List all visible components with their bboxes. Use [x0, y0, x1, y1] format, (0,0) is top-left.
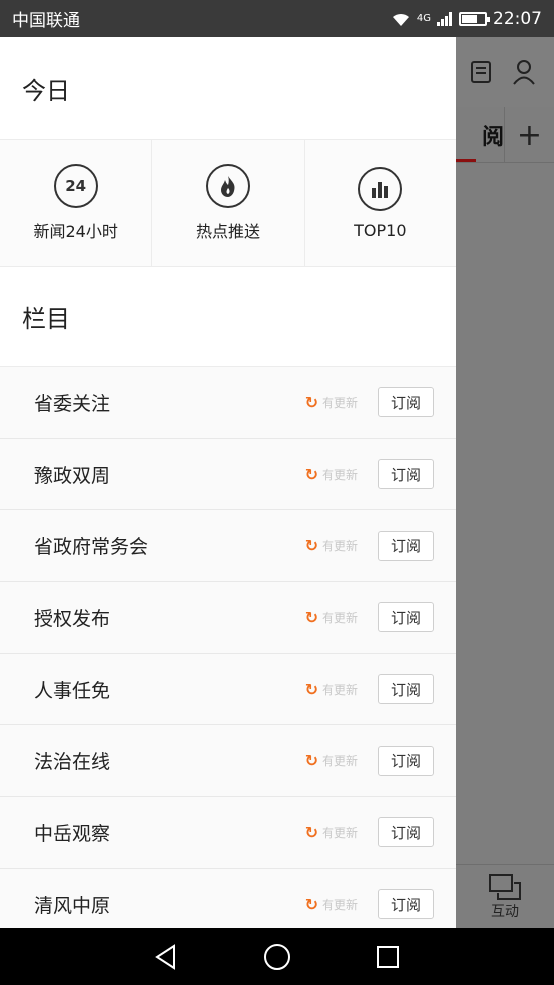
update-text: 有更新	[321, 754, 358, 769]
carrier-label: 中国联通	[12, 11, 80, 31]
recents-button[interactable]	[363, 932, 413, 982]
update-indicator: ↻ 有更新	[305, 393, 358, 412]
channel-name: 豫政双周	[34, 464, 111, 487]
side-drawer: 今日 24 新闻24小时 热点推送 TOP10 栏目 省委关注 ↻ 有更新 订阅…	[0, 37, 456, 928]
channel-name: 省委关注	[34, 392, 111, 415]
subscribe-button[interactable]: 订阅	[378, 817, 434, 848]
today-news-24h[interactable]: 24 新闻24小时	[0, 140, 153, 266]
channel-row[interactable]: 豫政双周 ↻ 有更新 订阅	[0, 439, 456, 511]
flame-icon	[205, 164, 250, 208]
today-item-label: TOP10	[354, 220, 407, 240]
today-grid: 24 新闻24小时 热点推送 TOP10	[0, 140, 456, 267]
columns-section-title: 栏目	[0, 267, 456, 367]
update-indicator: ↻ 有更新	[305, 751, 358, 770]
today-top10[interactable]: TOP10	[305, 140, 456, 266]
home-button[interactable]	[252, 932, 302, 982]
add-channel-button[interactable]: +	[504, 107, 554, 163]
channel-row[interactable]: 人事任免 ↻ 有更新 订阅	[0, 654, 456, 726]
bottom-nav-label: 互动	[491, 903, 519, 920]
channel-row[interactable]: 清风中原 ↻ 有更新 订阅	[0, 869, 456, 928]
background-app: 阅 + 互动	[456, 37, 554, 928]
channel-list: 省委关注 ↻ 有更新 订阅 豫政双周 ↻ 有更新 订阅 省政府常务会 ↻ 有更新 订阅 授权发布 ↻ 有更新…	[0, 367, 456, 928]
refresh-icon: ↻	[304, 464, 318, 484]
channel-name: 省政府常务会	[34, 536, 149, 559]
status-bar: 中国联通 4G 22:07	[0, 0, 554, 37]
battery-fill	[462, 14, 478, 23]
refresh-icon: ↻	[304, 392, 318, 412]
channel-name: 中岳观察	[34, 822, 111, 845]
channel-row[interactable]: 省委关注 ↻ 有更新 订阅	[0, 367, 456, 439]
user-icon[interactable]	[512, 59, 536, 85]
channel-name: 授权发布	[34, 607, 111, 630]
channel-name: 法治在线	[34, 751, 111, 774]
today-section-title: 今日	[0, 37, 456, 140]
today-item-label: 新闻24小时	[33, 222, 118, 241]
system-nav-bar	[0, 928, 554, 985]
clock: 22:07	[493, 8, 542, 29]
channel-row[interactable]: 省政府常务会 ↻ 有更新 订阅	[0, 510, 456, 583]
refresh-icon: ↻	[304, 679, 318, 699]
update-text: 有更新	[321, 825, 358, 840]
refresh-icon: ↻	[304, 894, 318, 914]
signal-icon	[437, 11, 452, 26]
today-item-label: 热点推送	[195, 222, 260, 241]
subscribe-button[interactable]: 订阅	[378, 387, 434, 418]
news-list-icon[interactable]	[470, 60, 492, 84]
refresh-icon: ↻	[304, 751, 318, 771]
update-text: 有更新	[321, 897, 358, 912]
subscribe-button[interactable]: 订阅	[378, 602, 434, 633]
tab-active-underline	[456, 159, 476, 162]
today-hot-push[interactable]: 热点推送	[152, 140, 305, 266]
network-type-label: 4G	[416, 13, 431, 24]
subscribe-button[interactable]: 订阅	[378, 674, 434, 705]
update-text: 有更新	[321, 610, 358, 625]
update-indicator: ↻ 有更新	[305, 895, 358, 914]
subscribe-button[interactable]: 订阅	[378, 745, 434, 776]
tab-subscribe[interactable]: 阅	[456, 119, 504, 151]
clock-24-icon: 24	[53, 164, 98, 208]
update-indicator: ↻ 有更新	[305, 823, 358, 842]
battery-icon	[459, 11, 490, 26]
status-icons: 4G 22:07	[391, 9, 542, 29]
subscribe-button[interactable]: 订阅	[378, 459, 434, 490]
update-text: 有更新	[321, 395, 358, 410]
channel-name: 清风中原	[34, 894, 111, 917]
channel-row[interactable]: 法治在线 ↻ 有更新 订阅	[0, 725, 456, 798]
chat-icon	[489, 873, 521, 900]
back-triangle-icon	[154, 943, 175, 970]
channel-name: 人事任免	[34, 679, 111, 702]
update-indicator: ↻ 有更新	[305, 465, 358, 484]
update-text: 有更新	[321, 467, 358, 482]
refresh-icon: ↻	[304, 607, 318, 627]
bottom-nav-interact[interactable]: 互动	[456, 864, 554, 928]
recents-square-icon	[377, 945, 400, 968]
update-indicator: ↻ 有更新	[305, 608, 358, 627]
channel-row[interactable]: 中岳观察 ↻ 有更新 订阅	[0, 797, 456, 869]
refresh-icon: ↻	[304, 536, 318, 556]
refresh-icon: ↻	[304, 822, 318, 842]
update-text: 有更新	[321, 682, 358, 697]
subscribe-button[interactable]: 订阅	[378, 889, 434, 920]
update-text: 有更新	[321, 539, 358, 554]
home-circle-icon	[263, 943, 290, 970]
update-indicator: ↻ 有更新	[305, 536, 358, 555]
back-button[interactable]	[141, 932, 191, 982]
wifi-icon	[392, 13, 409, 26]
subscribe-button[interactable]: 订阅	[378, 530, 434, 561]
background-header	[456, 37, 554, 107]
bar-chart-icon	[358, 166, 403, 211]
channel-row[interactable]: 授权发布 ↻ 有更新 订阅	[0, 582, 456, 654]
background-tabs: 阅 +	[456, 107, 554, 163]
update-indicator: ↻ 有更新	[305, 680, 358, 699]
